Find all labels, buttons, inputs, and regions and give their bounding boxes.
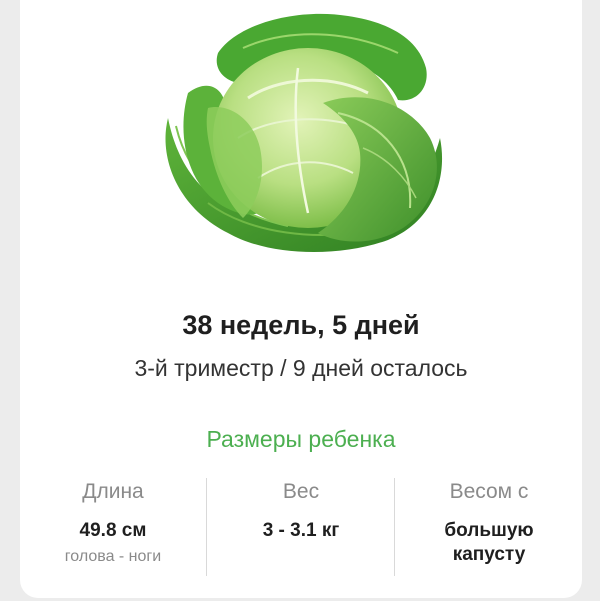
weight-label: Вес [282,480,320,503]
comparison-value: большую капусту [396,519,582,567]
comparison-stat: Весом с большую капусту [396,478,582,567]
trimester-subtitle: 3-й триместр / 9 дней осталось [134,355,468,381]
weight-stat: Вес 3 - 3.1 кг [208,478,394,543]
baby-size-stats: Длина 49.8 см голова - ноги Вес 3 - 3.1 … [20,478,582,578]
stat-divider [206,478,207,576]
length-stat: Длина 49.8 см голова - ноги [20,478,206,567]
comparison-value-line1: большую [444,520,534,541]
stat-divider [394,478,395,576]
comparison-value-line2: капусту [452,544,526,565]
cabbage-image [165,13,443,253]
week-info-card: 38 недель, 5 дней 3-й триместр / 9 дней … [20,0,582,598]
week-title: 38 недель, 5 дней [182,310,420,340]
baby-size-section-title: Размеры ребенка [206,426,396,452]
length-note: голова - ноги [64,548,162,565]
comparison-label: Весом с [449,480,529,503]
length-label: Длина [82,480,144,503]
weight-value: 3 - 3.1 кг [262,520,340,541]
length-value: 49.8 см [79,520,147,541]
